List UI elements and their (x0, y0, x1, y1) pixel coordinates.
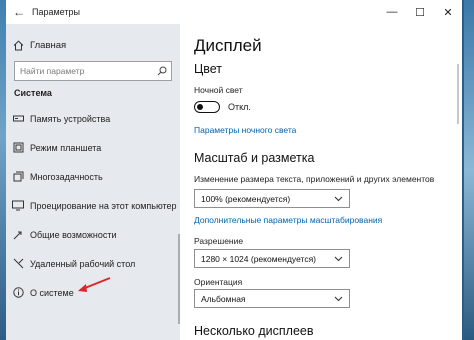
chevron-down-icon (334, 196, 343, 202)
chevron-down-icon (334, 256, 343, 262)
advanced-scaling-link[interactable]: Дополнительные параметры масштабирования (194, 215, 382, 225)
multitasking-icon (6, 171, 30, 182)
resolution-dropdown[interactable]: 1280 × 1024 (рекомендуется) (194, 249, 350, 268)
tablet-icon (6, 142, 30, 153)
multiple-displays-heading: Несколько дисплеев (194, 324, 314, 338)
sidebar-item-label: Проецирование на этот компьютер (30, 200, 177, 211)
orientation-label: Ориентация (194, 277, 243, 287)
main-scrollbar[interactable] (457, 64, 459, 124)
annotation-arrow-icon (78, 277, 111, 292)
home-icon (6, 40, 30, 51)
settings-window: ← Параметры — ☐ ✕ Главная Система (6, 0, 462, 340)
sidebar-item-storage[interactable]: Память устройства (6, 104, 180, 133)
night-light-toggle[interactable] (194, 101, 220, 113)
night-light-label: Ночной свет (194, 85, 243, 95)
sidebar-item-label: Многозадачность (30, 171, 103, 182)
sidebar-item-tablet-mode[interactable]: Режим планшета (6, 133, 180, 162)
night-light-state: Откл. (228, 102, 251, 112)
maximize-button[interactable]: ☐ (406, 0, 434, 24)
remote-desktop-icon (6, 258, 30, 269)
sidebar-item-label: О системе (30, 287, 74, 298)
main-content: Дисплей Цвет Ночной свет Откл. Параметры… (180, 24, 462, 340)
sidebar-item-projecting[interactable]: Проецирование на этот компьютер (6, 191, 180, 220)
shared-experiences-icon (6, 229, 30, 240)
close-button[interactable]: ✕ (434, 0, 462, 24)
sidebar-item-multitasking[interactable]: Многозадачность (6, 162, 180, 191)
minimize-button[interactable]: — (378, 0, 406, 24)
night-light-row: Откл. (194, 101, 251, 113)
scale-label: Изменение размера текста, приложений и д… (194, 174, 435, 184)
sidebar-section-title: Система (14, 88, 52, 98)
projecting-icon (6, 200, 30, 211)
search-box[interactable] (14, 61, 172, 81)
orientation-dropdown[interactable]: Альбомная (194, 289, 350, 308)
sidebar-item-label: Режим планшета (30, 142, 102, 153)
scale-heading: Масштаб и разметка (194, 151, 315, 165)
title-bar: ← Параметры — ☐ ✕ (6, 0, 462, 24)
search-icon[interactable] (153, 66, 171, 76)
search-input[interactable] (15, 62, 153, 80)
page-title: Дисплей (194, 36, 262, 55)
resolution-value: 1280 × 1024 (рекомендуется) (201, 253, 316, 264)
sidebar-item-shared-experiences[interactable]: Общие возможности (6, 220, 180, 249)
color-heading: Цвет (194, 62, 223, 76)
sidebar-item-label: Главная (30, 39, 67, 51)
info-icon (6, 287, 30, 298)
window-controls: — ☐ ✕ (378, 0, 462, 24)
back-button[interactable]: ← (6, 0, 32, 24)
night-light-settings-link[interactable]: Параметры ночного света (194, 125, 296, 135)
sidebar-item-home[interactable]: Главная (6, 36, 66, 54)
orientation-value: Альбомная (201, 293, 246, 304)
sidebar-item-label: Общие возможности (30, 229, 117, 240)
sidebar-item-label: Память устройства (30, 113, 111, 124)
desktop-background-right (464, 0, 474, 340)
chevron-down-icon (334, 296, 343, 302)
storage-icon (6, 114, 30, 123)
resolution-label: Разрешение (194, 236, 244, 246)
sidebar-item-label: Удаленный рабочий стол (30, 258, 136, 269)
scale-value: 100% (рекомендуется) (201, 193, 291, 204)
window-title: Параметры (32, 7, 80, 17)
scale-dropdown[interactable]: 100% (рекомендуется) (194, 189, 350, 208)
